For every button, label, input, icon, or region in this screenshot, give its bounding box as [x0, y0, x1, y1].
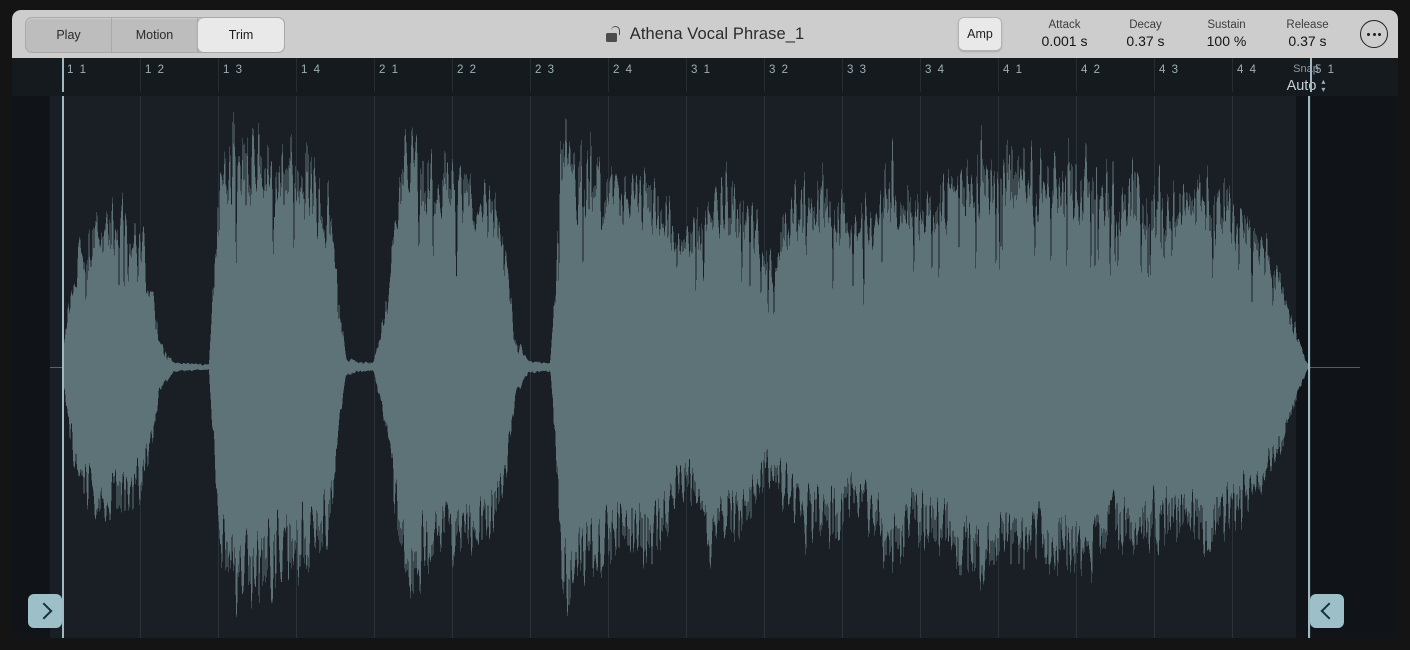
- param-attack-value[interactable]: 0.001 s: [1042, 33, 1088, 49]
- param-attack[interactable]: Attack 0.001 s: [1024, 19, 1105, 49]
- param-sustain[interactable]: Sustain 100 %: [1186, 19, 1267, 49]
- ruler-gridline: [920, 58, 921, 92]
- ruler-tick-label: 1 1: [67, 64, 88, 76]
- ruler-gridline: [218, 58, 219, 92]
- trim-end-handle[interactable]: [1310, 594, 1344, 628]
- ruler-tick-label: 2 3: [535, 64, 556, 76]
- ruler-gridline: [140, 58, 141, 92]
- ruler-tick-label: 2 1: [379, 64, 400, 76]
- chevron-left-icon: [1320, 603, 1337, 620]
- waveform-region[interactable]: [12, 96, 1398, 638]
- param-release-label: Release: [1286, 19, 1328, 31]
- page-title: Athena Vocal Phrase_1: [630, 25, 805, 44]
- param-attack-label: Attack: [1049, 19, 1081, 31]
- bar-beat-ruler[interactable]: 1 1 1 2 1 3 1 4 2 1 2 2 2 3 2 4 3 1 3 2 3 3 3 4 4 1 4…: [12, 58, 1398, 92]
- mode-tab-trim[interactable]: Trim: [198, 18, 284, 52]
- trim-start-boundary[interactable]: [62, 96, 64, 638]
- mode-segmented-control[interactable]: Play Motion Trim: [25, 17, 285, 53]
- ruler-gridline: [1232, 58, 1233, 92]
- sampler-trim-window: Play Motion Trim Athena Vocal Phrase_1 A…: [0, 0, 1410, 650]
- param-decay-label: Decay: [1129, 19, 1162, 31]
- ruler-tick-label: 1 3: [223, 64, 244, 76]
- ruler-tick-label: 2 4: [613, 64, 634, 76]
- ruler-gridline: [608, 58, 609, 92]
- ruler-tick-label: 4 3: [1159, 64, 1180, 76]
- param-release[interactable]: Release 0.37 s: [1267, 19, 1348, 49]
- ruler-tick-label: 3 4: [925, 64, 946, 76]
- mode-tab-motion[interactable]: Motion: [112, 18, 198, 52]
- ruler-gridline: [1076, 58, 1077, 92]
- ruler-gridline: [296, 58, 297, 92]
- ruler-gridline: [452, 58, 453, 92]
- ruler-gridline: [374, 58, 375, 92]
- amp-button[interactable]: Amp: [958, 17, 1002, 51]
- toolbar-right-group: Amp Attack 0.001 s Decay 0.37 s Sustain …: [958, 10, 1388, 58]
- ruler-tick-label: 3 3: [847, 64, 868, 76]
- trim-start-handle[interactable]: [28, 594, 62, 628]
- ruler-boundary-line: [1310, 58, 1312, 92]
- more-options-ellipsis-icon[interactable]: [1360, 20, 1388, 48]
- param-sustain-value[interactable]: 100 %: [1207, 33, 1247, 49]
- ruler-gridline: [998, 58, 999, 92]
- param-release-value[interactable]: 0.37 s: [1288, 33, 1326, 49]
- ruler-tick-label: 4 1: [1003, 64, 1024, 76]
- waveform-editor: Snap Auto ▴ ▾ 1 11 21 31 42 12 22 32 43 …: [12, 58, 1398, 638]
- param-sustain-label: Sustain: [1207, 19, 1245, 31]
- mode-tab-play[interactable]: Play: [26, 18, 112, 52]
- ruler-tick-label: 3 1: [691, 64, 712, 76]
- chevron-right-icon: [35, 603, 52, 620]
- ruler-tick-label: 3 2: [769, 64, 790, 76]
- ruler-tick-label: 4 2: [1081, 64, 1102, 76]
- ruler-tick-label: 5 1: [1315, 64, 1336, 76]
- ruler-gridline: [764, 58, 765, 92]
- ruler-gridline: [842, 58, 843, 92]
- toolbar: Play Motion Trim Athena Vocal Phrase_1 A…: [12, 10, 1398, 58]
- param-decay[interactable]: Decay 0.37 s: [1105, 19, 1186, 49]
- ruler-tick-label: 1 4: [301, 64, 322, 76]
- audio-waveform[interactable]: [12, 96, 1398, 638]
- param-decay-value[interactable]: 0.37 s: [1126, 33, 1164, 49]
- ruler-gridline: [530, 58, 531, 92]
- ruler-tick-label: 1 2: [145, 64, 166, 76]
- unlocked-padlock-icon[interactable]: [606, 26, 621, 42]
- ruler-gridline: [1154, 58, 1155, 92]
- trim-end-boundary[interactable]: [1308, 96, 1310, 638]
- ruler-tick-label: 2 2: [457, 64, 478, 76]
- ruler-tick-label: 4 4: [1237, 64, 1258, 76]
- ruler-gridline: [686, 58, 687, 92]
- ruler-boundary-line: [62, 58, 64, 92]
